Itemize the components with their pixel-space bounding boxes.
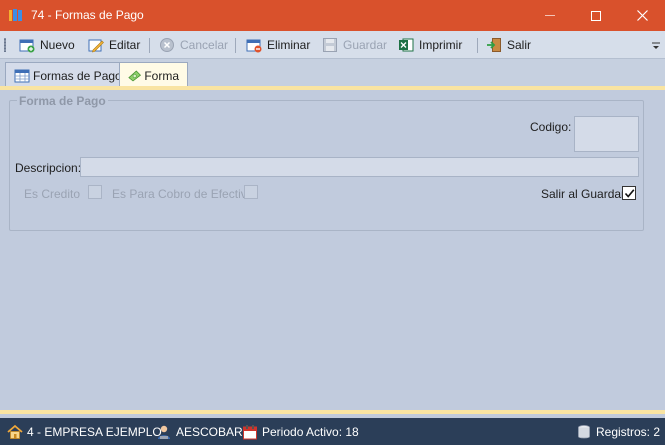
salir-al-guardar-checkbox[interactable] — [622, 186, 636, 200]
empresa-text: 4 - EMPRESA EJEMPLO — [27, 425, 162, 439]
eliminar-label: Eliminar — [267, 38, 311, 52]
edit-icon — [88, 39, 104, 53]
nuevo-button[interactable]: Nuevo — [19, 35, 75, 55]
registros-text: Registros: 2 — [596, 425, 661, 439]
imprimir-button[interactable]: Imprimir — [398, 35, 462, 55]
tab-label: Forma — [144, 69, 179, 83]
close-button[interactable] — [619, 0, 665, 31]
status-empresa: 4 - EMPRESA EJEMPLO — [7, 424, 162, 440]
new-document-icon — [19, 39, 35, 53]
save-icon — [323, 38, 337, 52]
es-credito-checkbox[interactable] — [88, 185, 102, 199]
toolbar-separator — [149, 38, 150, 53]
es-credito-label: Es Credito — [24, 187, 81, 201]
close-icon — [636, 10, 648, 21]
imprimir-label: Imprimir — [419, 38, 463, 52]
descripcion-label: Descripcion: — [15, 161, 82, 175]
delete-icon — [246, 39, 262, 53]
descripcion-field[interactable] — [80, 157, 639, 177]
cancel-icon — [160, 38, 174, 52]
codigo-label: Codigo: — [530, 120, 572, 134]
editar-button[interactable]: Editar — [88, 35, 140, 55]
codigo-field[interactable] — [574, 116, 639, 152]
status-usuario: AESCOBAR — [156, 424, 243, 440]
table-icon — [14, 69, 30, 83]
maximize-icon — [591, 10, 601, 21]
title-bar: 74 - Formas de Pago — [0, 0, 665, 31]
money-icon — [128, 70, 141, 82]
usuario-text: AESCOBAR — [176, 425, 243, 439]
salir-label: Salir — [507, 38, 532, 52]
salir-al-guardar-label: Salir al Guardar — [541, 187, 626, 201]
eliminar-button[interactable]: Eliminar — [246, 35, 310, 55]
checkmark-icon — [624, 189, 635, 198]
periodo-text: Periodo Activo: 18 — [262, 425, 359, 439]
group-title: Forma de Pago — [17, 94, 108, 108]
app-icon — [9, 9, 22, 21]
salir-button[interactable]: Salir — [486, 35, 531, 55]
excel-icon — [399, 38, 414, 52]
home-icon — [7, 424, 23, 439]
minimize-button[interactable] — [527, 0, 573, 31]
nuevo-label: Nuevo — [40, 38, 75, 52]
status-periodo: Periodo Activo: 18 — [242, 424, 359, 440]
database-icon — [578, 425, 590, 439]
user-icon — [158, 425, 170, 439]
toolbar-overflow-icon[interactable] — [652, 42, 660, 50]
guardar-button[interactable]: Guardar — [322, 35, 387, 55]
bottom-accent-line — [0, 410, 665, 414]
guardar-label: Guardar — [343, 38, 388, 52]
toolbar-separator — [477, 38, 478, 53]
status-registros: Registros: 2 — [576, 424, 660, 440]
tab-forma[interactable]: Forma — [119, 62, 188, 89]
exit-icon — [487, 38, 501, 52]
toolbar-separator — [235, 38, 236, 53]
cancelar-button[interactable]: Cancelar — [159, 35, 228, 55]
toolbar: Nuevo Editar Cancelar Eliminar Guardar I… — [0, 31, 665, 59]
es-para-cobro-label: Es Para Cobro de Efectivo — [112, 187, 254, 201]
minimize-icon — [545, 15, 555, 16]
status-bar: 4 - EMPRESA EJEMPLO AESCOBAR Periodo Act… — [0, 418, 665, 445]
toolbar-grip[interactable] — [4, 38, 6, 52]
editar-label: Editar — [109, 38, 141, 52]
maximize-button[interactable] — [573, 0, 619, 31]
es-para-cobro-checkbox[interactable] — [244, 185, 258, 199]
cancelar-label: Cancelar — [180, 38, 229, 52]
tab-formas-de-pago[interactable]: Formas de Pago — [5, 62, 131, 89]
window-title: 74 - Formas de Pago — [31, 8, 144, 22]
tab-strip: Formas de Pago Forma — [0, 59, 665, 89]
calendar-icon — [243, 425, 257, 440]
tab-label: Formas de Pago — [33, 69, 122, 83]
